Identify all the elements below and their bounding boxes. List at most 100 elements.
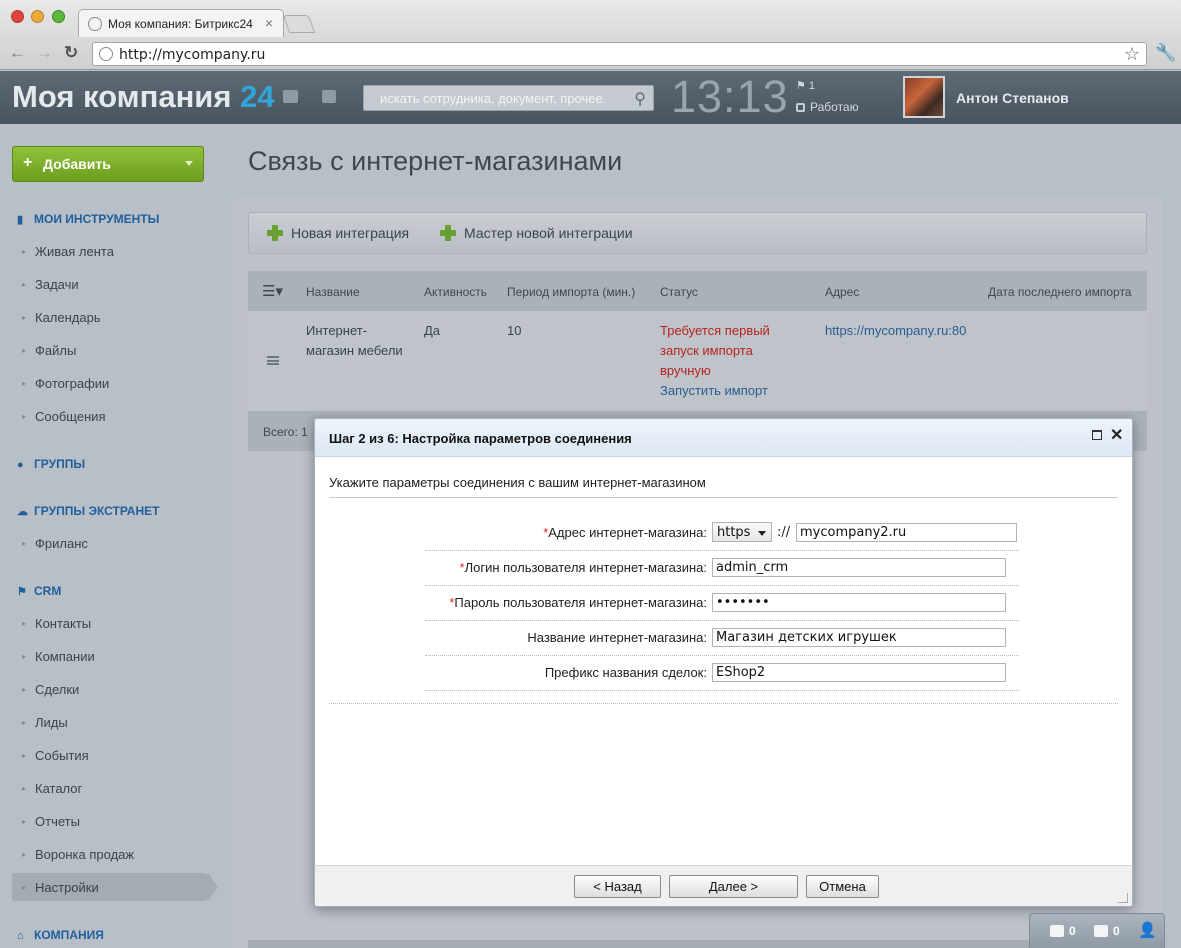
wizard-dialog: Шаг 2 из 6: Настройка параметров соедине… bbox=[314, 418, 1133, 907]
run-import-link[interactable]: Запустить импорт bbox=[660, 381, 768, 401]
browser-tab[interactable]: Моя компания: Битрикс24 × bbox=[78, 9, 284, 37]
password-input[interactable]: ••••••• bbox=[712, 593, 1006, 612]
section-my-tools[interactable]: ▮ МОИ ИНСТРУМЕНТЫ bbox=[17, 212, 159, 226]
section-extranet[interactable]: ☁ ГРУППЫ ЭКСТРАНЕТ bbox=[17, 504, 159, 518]
url-text[interactable]: http://mycompany.ru bbox=[119, 47, 265, 63]
column-header[interactable]: Период импорта (мин.) bbox=[507, 285, 635, 299]
column-header[interactable]: Активность bbox=[424, 285, 487, 299]
sidebar-item-deals[interactable]: ▸ Сделки bbox=[22, 682, 79, 697]
avatar[interactable] bbox=[903, 76, 945, 118]
tab-close-icon[interactable]: × bbox=[265, 15, 273, 31]
logo[interactable]: Моя компания 24 bbox=[12, 79, 275, 115]
grid-settings-icon[interactable]: ☰▾ bbox=[262, 282, 283, 300]
divider bbox=[329, 703, 1118, 704]
sidebar-item-catalog[interactable]: ▸ Каталог bbox=[22, 781, 82, 796]
sidebar-item-settings[interactable]: ▸ Настройки bbox=[22, 880, 99, 895]
browser-chrome: Моя компания: Битрикс24 × ← → ↻ http://m… bbox=[0, 0, 1181, 70]
bullet-icon: ▸ bbox=[22, 850, 27, 859]
column-header[interactable]: Статус bbox=[660, 285, 698, 299]
cancel-button[interactable]: Отмена bbox=[806, 875, 879, 898]
wrench-icon[interactable]: 🔧 bbox=[1155, 43, 1176, 63]
sidebar-item-events[interactable]: ▸ События bbox=[22, 748, 89, 763]
cell-address-link[interactable]: https://mycompany.ru:80 bbox=[825, 321, 966, 341]
grid-header: ☰▾ Название Активность Период импорта (м… bbox=[248, 271, 1147, 311]
bookmark-star-icon[interactable]: ☆ bbox=[1124, 44, 1140, 65]
sidebar-item-photos[interactable]: ▸ Фотографии bbox=[22, 376, 109, 391]
status-text: запуск импорта bbox=[660, 343, 753, 358]
bullet-icon: ▸ bbox=[22, 619, 27, 628]
sidebar-item-live-feed[interactable]: ▸ Живая лента bbox=[22, 244, 114, 259]
work-status[interactable]: Работаю bbox=[796, 100, 859, 114]
clock[interactable]: 13:13 bbox=[671, 71, 789, 123]
table-row[interactable]: Интернет-магазин мебели Да 10 Требуется … bbox=[248, 311, 1147, 411]
window-close-button[interactable] bbox=[11, 10, 24, 23]
back-arrow-icon[interactable]: ← bbox=[9, 43, 26, 63]
sidebar-item-label: Воронка продаж bbox=[35, 847, 135, 862]
sidebar-item-calendar[interactable]: ▸ Календарь bbox=[22, 310, 101, 325]
column-header[interactable]: Название bbox=[306, 285, 360, 299]
dialog-header[interactable]: Шаг 2 из 6: Настройка параметров соедине… bbox=[315, 419, 1132, 457]
messages-counter[interactable]: 0 bbox=[1050, 924, 1076, 938]
messages-icon[interactable] bbox=[283, 90, 298, 103]
notifications-counter[interactable]: 0 bbox=[1094, 924, 1120, 938]
sidebar-item-messages[interactable]: ▸ Сообщения bbox=[22, 409, 106, 424]
bullet-icon: ▸ bbox=[22, 751, 27, 760]
bottom-bar bbox=[248, 940, 1147, 948]
prefix-input[interactable]: EShop2 bbox=[712, 663, 1006, 682]
add-button[interactable]: + Добавить bbox=[12, 146, 204, 182]
address-bar[interactable]: http://mycompany.ru ☆ bbox=[92, 42, 1147, 66]
sidebar-item-label: События bbox=[35, 748, 89, 763]
left-sidebar: + Добавить ▮ МОИ ИНСТРУМЕНТЫ ▸ Живая лента… bbox=[0, 124, 233, 948]
contacts-icon[interactable]: 👤 bbox=[1138, 921, 1157, 939]
chevron-down-icon bbox=[758, 531, 766, 536]
bullet-icon: ▸ bbox=[22, 539, 27, 548]
resize-handle[interactable] bbox=[1118, 893, 1128, 903]
cell-status: Требуется первый запуск импорта вручную bbox=[660, 321, 770, 381]
sidebar-item-contacts[interactable]: ▸ Контакты bbox=[22, 616, 91, 631]
section-groups[interactable]: ● ГРУППЫ bbox=[17, 457, 85, 471]
forward-arrow-icon[interactable]: → bbox=[36, 43, 53, 63]
sidebar-item-label: Задачи bbox=[35, 277, 79, 292]
notifications-icon[interactable] bbox=[322, 90, 336, 103]
sidebar-item-files[interactable]: ▸ Файлы bbox=[22, 343, 76, 358]
integration-wizard-button[interactable]: Мастер новой интеграции bbox=[440, 225, 633, 241]
user-name[interactable]: Антон Степанов bbox=[956, 90, 1069, 106]
protocol-select[interactable]: https bbox=[712, 522, 772, 542]
bullet-icon: ▸ bbox=[22, 247, 27, 256]
bullet-icon: ▸ bbox=[22, 412, 27, 421]
shop-name-input[interactable]: Магазин детских игрушек bbox=[712, 628, 1006, 647]
column-header[interactable]: Дата последнего импорта bbox=[988, 285, 1131, 299]
maximize-icon[interactable] bbox=[1092, 430, 1102, 440]
search-icon[interactable]: ⚲ bbox=[634, 89, 646, 109]
host-input[interactable]: mycompany2.ru bbox=[796, 523, 1017, 542]
next-button[interactable]: Далее > bbox=[669, 875, 798, 898]
column-header[interactable]: Адрес bbox=[825, 285, 859, 299]
close-icon[interactable]: ✕ bbox=[1110, 425, 1123, 445]
status-text: вручную bbox=[660, 363, 711, 378]
login-input[interactable]: admin_crm bbox=[712, 558, 1006, 577]
reload-icon[interactable]: ↻ bbox=[64, 43, 78, 63]
sidebar-item-freelance[interactable]: ▸ Фриланс bbox=[22, 536, 88, 551]
sidebar-item-reports[interactable]: ▸ Отчеты bbox=[22, 814, 80, 829]
form-row-login: *Логин пользователя интернет-магазина: a… bbox=[425, 551, 1019, 586]
sidebar-item-tasks[interactable]: ▸ Задачи bbox=[22, 277, 79, 292]
new-integration-button[interactable]: Новая интеграция bbox=[267, 225, 409, 241]
window-minimize-button[interactable] bbox=[31, 10, 44, 23]
section-company[interactable]: ⌂ КОМПАНИЯ bbox=[17, 928, 104, 942]
sidebar-item-label: Сделки bbox=[35, 682, 80, 697]
form-row-prefix: Префикс названия сделок: EShop2 bbox=[425, 656, 1019, 691]
cell-period: 10 bbox=[507, 323, 522, 338]
new-tab-button[interactable] bbox=[282, 15, 316, 33]
sidebar-item-leads[interactable]: ▸ Лиды bbox=[22, 715, 68, 730]
row-menu-icon[interactable] bbox=[267, 356, 279, 365]
sidebar-item-companies[interactable]: ▸ Компании bbox=[22, 649, 95, 664]
chevron-down-icon[interactable] bbox=[185, 161, 193, 166]
search-input[interactable]: искать сотрудника, документ, прочее. ⚲ bbox=[363, 85, 654, 111]
flag-counter[interactable]: ⚑ 1 bbox=[796, 79, 815, 92]
window-maximize-button[interactable] bbox=[52, 10, 65, 23]
home-icon: ⌂ bbox=[17, 930, 24, 942]
section-crm[interactable]: ⚑ CRM bbox=[17, 584, 61, 598]
back-button[interactable]: < Назад bbox=[574, 875, 661, 898]
sidebar-item-funnel[interactable]: ▸ Воронка продаж bbox=[22, 847, 134, 862]
page-title: Связь с интернет-магазинами bbox=[248, 146, 623, 176]
